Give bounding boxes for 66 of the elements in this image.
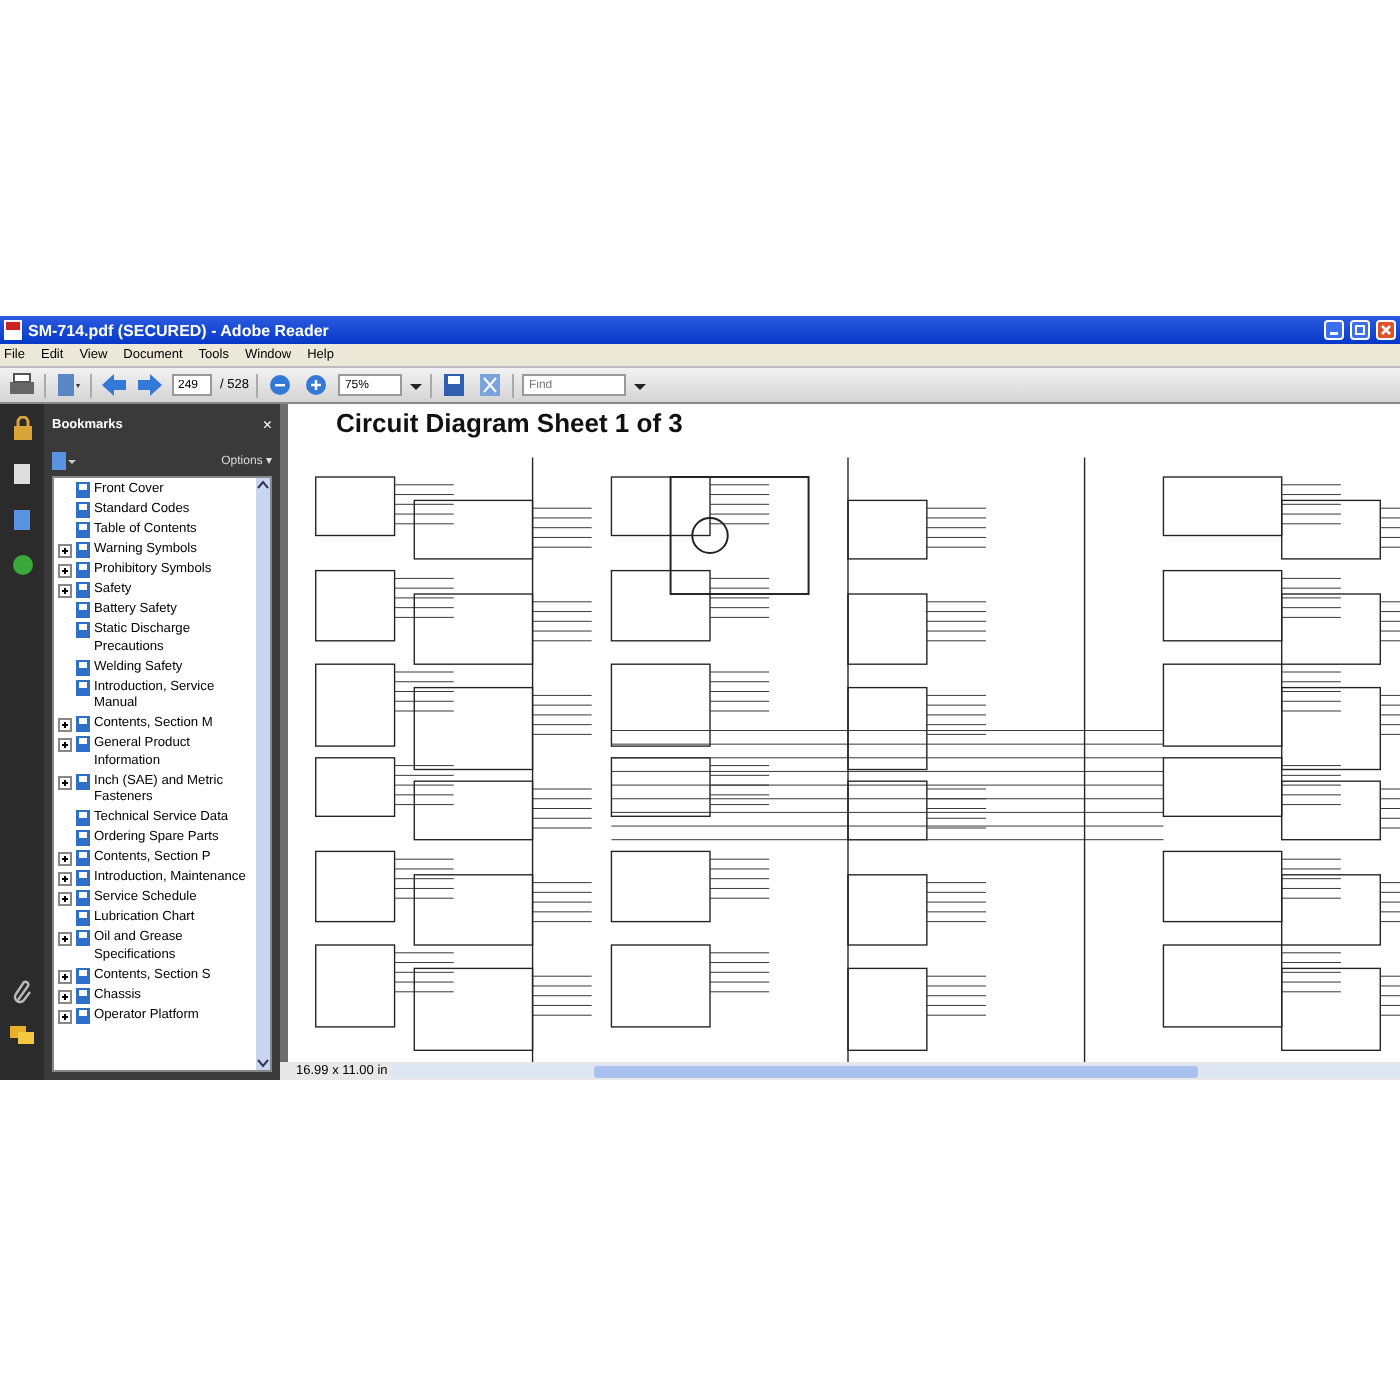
dropdown-arrow-icon[interactable] <box>410 379 423 391</box>
expand-icon[interactable] <box>58 989 72 1003</box>
zoom-in-icon[interactable] <box>302 372 331 398</box>
scroll-down-icon[interactable] <box>256 1056 270 1070</box>
expand-icon[interactable] <box>58 892 72 906</box>
bookmarks-icon[interactable] <box>12 508 32 532</box>
bookmark-icon <box>76 582 90 598</box>
dropdown-arrow-icon[interactable] <box>634 379 647 391</box>
bookmark-icon <box>76 716 90 732</box>
bookmark-icon <box>76 930 90 946</box>
bookmark-icon <box>76 870 90 886</box>
bookmark-icon <box>76 1007 90 1023</box>
expand-icon[interactable] <box>58 932 72 946</box>
save-icon[interactable] <box>440 372 469 398</box>
restore-button[interactable] <box>1350 320 1370 340</box>
expand-icon[interactable] <box>58 718 72 732</box>
close-button[interactable] <box>1376 320 1396 340</box>
bookmark-icon <box>76 890 90 906</box>
expand-icon[interactable] <box>58 584 72 598</box>
document-icon[interactable] <box>54 372 82 398</box>
bookmark-icon <box>76 810 90 826</box>
help-icon[interactable] <box>11 554 33 576</box>
previous-page-icon[interactable] <box>100 372 128 398</box>
bookmark-icon <box>76 502 90 518</box>
scroll-up-icon[interactable] <box>256 478 270 492</box>
padlock-icon[interactable] <box>11 416 33 440</box>
restore-icon <box>1354 324 1366 336</box>
pdf-icon <box>4 320 22 340</box>
expand-icon[interactable] <box>58 969 72 983</box>
bookmark-icon <box>76 562 90 578</box>
printer-icon[interactable] <box>8 372 36 398</box>
horizontal-scrollbar[interactable] <box>392 1064 1400 1078</box>
expand-icon[interactable] <box>58 852 72 866</box>
bookmark-icon <box>76 482 90 498</box>
expand-icon[interactable] <box>58 1009 72 1023</box>
bookmark-icon <box>76 659 90 675</box>
bookmark-icon <box>76 773 90 789</box>
bookmark-icon <box>76 967 90 983</box>
expand-icon[interactable] <box>58 738 72 752</box>
next-page-icon[interactable] <box>136 372 164 398</box>
bookmark-icon <box>76 679 90 695</box>
fit-page-icon[interactable] <box>476 372 505 398</box>
bookmark-icon <box>76 522 90 538</box>
bookmark-menu-icon[interactable] <box>52 451 76 469</box>
expand-icon[interactable] <box>58 564 72 578</box>
bookmark-icon <box>76 910 90 926</box>
close-icon <box>1380 324 1392 336</box>
vertical-scrollbar[interactable] <box>256 478 270 1070</box>
window-title: SM-714.pdf (SECURED) - Adobe Reader <box>28 321 331 339</box>
bookmark-icon <box>76 830 90 846</box>
expand-icon[interactable] <box>58 544 72 558</box>
close-panel-button[interactable]: × <box>262 415 272 433</box>
diagram-title: Circuit Diagram Sheet 1 of 3 <box>334 408 685 438</box>
expand-icon[interactable] <box>58 872 72 886</box>
bookmark-icon <box>76 987 90 1003</box>
bookmark-icon <box>76 850 90 866</box>
bookmark-icon <box>76 736 90 752</box>
expand-icon[interactable] <box>58 775 72 789</box>
comments-icon[interactable] <box>10 1026 34 1046</box>
zoom-out-icon[interactable] <box>266 372 295 398</box>
pages-icon[interactable] <box>12 462 32 486</box>
minimize-button[interactable] <box>1324 320 1344 340</box>
bookmark-icon <box>76 542 90 558</box>
paperclip-icon[interactable] <box>11 980 33 1004</box>
bookmark-icon <box>76 602 90 618</box>
bookmark-icon <box>76 622 90 638</box>
